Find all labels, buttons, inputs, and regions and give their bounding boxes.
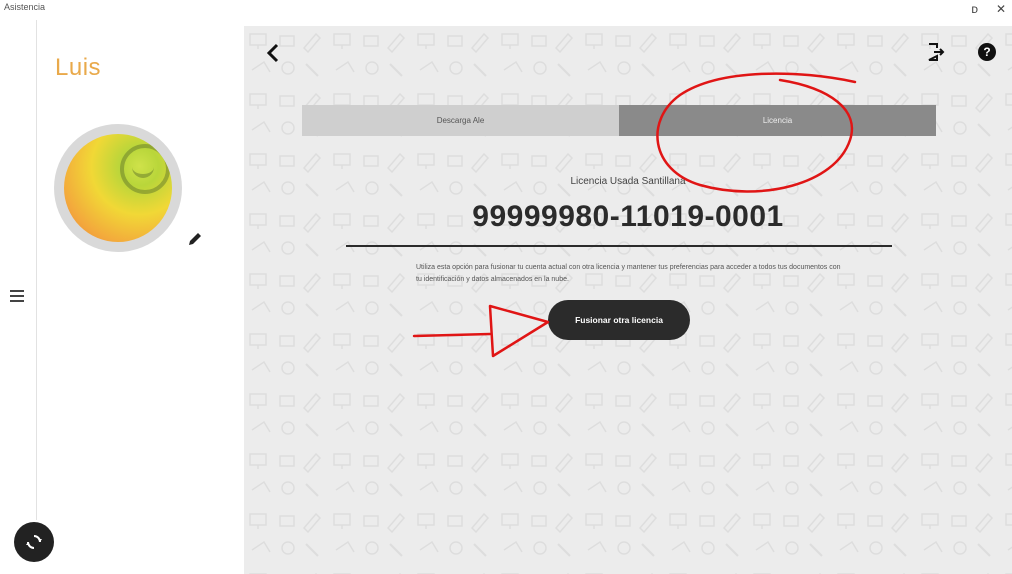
- license-underline: [346, 245, 892, 247]
- license-owner: Licencia Usada Santillana: [570, 176, 686, 187]
- help-icon[interactable]: ?: [978, 43, 996, 61]
- tab-bar: Descarga Ale Licencia: [302, 105, 936, 136]
- sidebar: Luis: [0, 20, 244, 574]
- minimize-button[interactable]: ᴅ: [971, 2, 978, 16]
- avatar[interactable]: [54, 124, 182, 252]
- window-title: Asistencia: [4, 2, 46, 12]
- merge-license-button[interactable]: Fusionar otra licencia: [548, 300, 690, 340]
- tab-licencia[interactable]: Licencia: [619, 105, 936, 136]
- tab-descarga[interactable]: Descarga Ale: [302, 105, 619, 136]
- sidebar-divider: [36, 20, 37, 520]
- sync-icon: [26, 535, 42, 549]
- user-name: Luis: [55, 54, 102, 81]
- sync-button[interactable]: [14, 522, 54, 562]
- close-button[interactable]: ✕: [996, 2, 1006, 16]
- license-number: 99999980-11019-0001: [472, 200, 784, 233]
- avatar-logo-icon: [120, 144, 170, 194]
- pencil-icon[interactable]: [186, 230, 204, 248]
- chevron-left-icon[interactable]: [264, 42, 282, 64]
- main-panel: ? Descarga Ale Licencia Licencia Usada S…: [244, 26, 1012, 574]
- avatar-image: [64, 134, 172, 242]
- window-controls: ᴅ ✕: [971, 2, 1006, 16]
- logout-icon[interactable]: [926, 42, 946, 62]
- license-description: Utiliza esta opción para fusionar tu cue…: [416, 264, 841, 283]
- hamburger-icon[interactable]: [10, 290, 24, 302]
